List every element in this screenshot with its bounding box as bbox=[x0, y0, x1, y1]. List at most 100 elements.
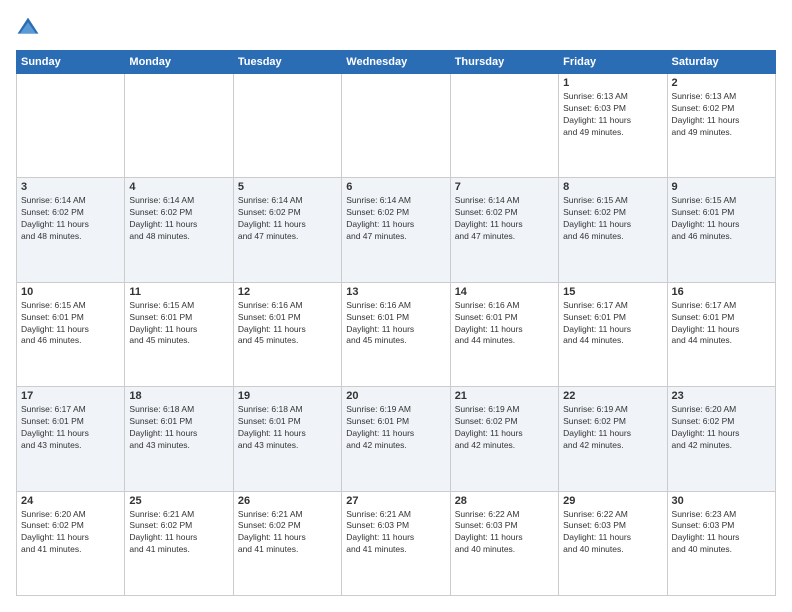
calendar-cell: 26 Sunrise: 6:21 AM Sunset: 6:02 PM Dayli… bbox=[233, 491, 341, 595]
cell-info: Sunrise: 6:17 AM Sunset: 6:01 PM Dayligh… bbox=[563, 300, 662, 348]
day-number: 14 bbox=[455, 286, 554, 298]
calendar-cell bbox=[450, 74, 558, 178]
day-number: 13 bbox=[346, 286, 445, 298]
day-number: 17 bbox=[21, 390, 120, 402]
week-row-4: 17 Sunrise: 6:17 AM Sunset: 6:01 PM Dayli… bbox=[17, 387, 776, 491]
calendar-cell: 11 Sunrise: 6:15 AM Sunset: 6:01 PM Dayli… bbox=[125, 282, 233, 386]
calendar-cell: 24 Sunrise: 6:20 AM Sunset: 6:02 PM Dayli… bbox=[17, 491, 125, 595]
cell-info: Sunrise: 6:22 AM Sunset: 6:03 PM Dayligh… bbox=[455, 509, 554, 557]
calendar-cell bbox=[125, 74, 233, 178]
logo bbox=[16, 16, 44, 40]
day-number: 19 bbox=[238, 390, 337, 402]
calendar-cell: 13 Sunrise: 6:16 AM Sunset: 6:01 PM Dayli… bbox=[342, 282, 450, 386]
day-number: 23 bbox=[672, 390, 771, 402]
day-number: 27 bbox=[346, 495, 445, 507]
day-number: 24 bbox=[21, 495, 120, 507]
weekday-header-thursday: Thursday bbox=[450, 51, 558, 74]
day-number: 6 bbox=[346, 181, 445, 193]
cell-info: Sunrise: 6:15 AM Sunset: 6:02 PM Dayligh… bbox=[563, 195, 662, 243]
calendar-cell: 30 Sunrise: 6:23 AM Sunset: 6:03 PM Dayli… bbox=[667, 491, 775, 595]
weekday-header-saturday: Saturday bbox=[667, 51, 775, 74]
cell-info: Sunrise: 6:18 AM Sunset: 6:01 PM Dayligh… bbox=[238, 404, 337, 452]
calendar-cell: 17 Sunrise: 6:17 AM Sunset: 6:01 PM Dayli… bbox=[17, 387, 125, 491]
weekday-header-row: SundayMondayTuesdayWednesdayThursdayFrid… bbox=[17, 51, 776, 74]
calendar-cell: 4 Sunrise: 6:14 AM Sunset: 6:02 PM Daylig… bbox=[125, 178, 233, 282]
week-row-3: 10 Sunrise: 6:15 AM Sunset: 6:01 PM Dayli… bbox=[17, 282, 776, 386]
day-number: 15 bbox=[563, 286, 662, 298]
day-number: 2 bbox=[672, 77, 771, 89]
day-number: 21 bbox=[455, 390, 554, 402]
calendar-cell: 16 Sunrise: 6:17 AM Sunset: 6:01 PM Dayli… bbox=[667, 282, 775, 386]
cell-info: Sunrise: 6:18 AM Sunset: 6:01 PM Dayligh… bbox=[129, 404, 228, 452]
cell-info: Sunrise: 6:14 AM Sunset: 6:02 PM Dayligh… bbox=[455, 195, 554, 243]
week-row-2: 3 Sunrise: 6:14 AM Sunset: 6:02 PM Daylig… bbox=[17, 178, 776, 282]
day-number: 20 bbox=[346, 390, 445, 402]
header bbox=[16, 16, 776, 40]
cell-info: Sunrise: 6:20 AM Sunset: 6:02 PM Dayligh… bbox=[672, 404, 771, 452]
cell-info: Sunrise: 6:16 AM Sunset: 6:01 PM Dayligh… bbox=[238, 300, 337, 348]
calendar-cell: 6 Sunrise: 6:14 AM Sunset: 6:02 PM Daylig… bbox=[342, 178, 450, 282]
day-number: 9 bbox=[672, 181, 771, 193]
day-number: 22 bbox=[563, 390, 662, 402]
day-number: 16 bbox=[672, 286, 771, 298]
calendar-cell bbox=[233, 74, 341, 178]
calendar-cell: 2 Sunrise: 6:13 AM Sunset: 6:02 PM Daylig… bbox=[667, 74, 775, 178]
calendar-cell: 15 Sunrise: 6:17 AM Sunset: 6:01 PM Dayli… bbox=[559, 282, 667, 386]
calendar-cell: 29Sunrise: 6:22 AM Sunset: 6:03 PM Dayli… bbox=[559, 491, 667, 595]
cell-info: Sunrise: 6:14 AM Sunset: 6:02 PM Dayligh… bbox=[129, 195, 228, 243]
calendar-cell: 9 Sunrise: 6:15 AM Sunset: 6:01 PM Daylig… bbox=[667, 178, 775, 282]
cell-info: Sunrise: 6:20 AM Sunset: 6:02 PM Dayligh… bbox=[21, 509, 120, 557]
calendar-cell: 5Sunrise: 6:14 AM Sunset: 6:02 PM Daylig… bbox=[233, 178, 341, 282]
calendar-cell: 22 Sunrise: 6:19 AM Sunset: 6:02 PM Dayli… bbox=[559, 387, 667, 491]
cell-info: Sunrise: 6:22 AM Sunset: 6:03 PM Dayligh… bbox=[563, 509, 662, 557]
cell-info: Sunrise: 6:19 AM Sunset: 6:02 PM Dayligh… bbox=[563, 404, 662, 452]
calendar-cell: 18Sunrise: 6:18 AM Sunset: 6:01 PM Dayli… bbox=[125, 387, 233, 491]
cell-info: Sunrise: 6:21 AM Sunset: 6:03 PM Dayligh… bbox=[346, 509, 445, 557]
cell-info: Sunrise: 6:16 AM Sunset: 6:01 PM Dayligh… bbox=[346, 300, 445, 348]
weekday-header-wednesday: Wednesday bbox=[342, 51, 450, 74]
cell-info: Sunrise: 6:13 AM Sunset: 6:02 PM Dayligh… bbox=[672, 91, 771, 139]
day-number: 1 bbox=[563, 77, 662, 89]
calendar-cell: 3 Sunrise: 6:14 AM Sunset: 6:02 PM Daylig… bbox=[17, 178, 125, 282]
calendar-cell: 28 Sunrise: 6:22 AM Sunset: 6:03 PM Dayli… bbox=[450, 491, 558, 595]
calendar-cell: 27 Sunrise: 6:21 AM Sunset: 6:03 PM Dayli… bbox=[342, 491, 450, 595]
calendar-table: SundayMondayTuesdayWednesdayThursdayFrid… bbox=[16, 50, 776, 596]
calendar-cell: 8 Sunrise: 6:15 AM Sunset: 6:02 PM Daylig… bbox=[559, 178, 667, 282]
day-number: 25 bbox=[129, 495, 228, 507]
cell-info: Sunrise: 6:17 AM Sunset: 6:01 PM Dayligh… bbox=[672, 300, 771, 348]
cell-info: Sunrise: 6:19 AM Sunset: 6:02 PM Dayligh… bbox=[455, 404, 554, 452]
cell-info: Sunrise: 6:14 AM Sunset: 6:02 PM Dayligh… bbox=[346, 195, 445, 243]
day-number: 26 bbox=[238, 495, 337, 507]
calendar-cell: 1 Sunrise: 6:13 AM Sunset: 6:03 PM Daylig… bbox=[559, 74, 667, 178]
logo-icon bbox=[16, 16, 40, 40]
week-row-5: 24 Sunrise: 6:20 AM Sunset: 6:02 PM Dayli… bbox=[17, 491, 776, 595]
day-number: 3 bbox=[21, 181, 120, 193]
cell-info: Sunrise: 6:21 AM Sunset: 6:02 PM Dayligh… bbox=[238, 509, 337, 557]
cell-info: Sunrise: 6:13 AM Sunset: 6:03 PM Dayligh… bbox=[563, 91, 662, 139]
day-number: 8 bbox=[563, 181, 662, 193]
calendar-cell bbox=[17, 74, 125, 178]
cell-info: Sunrise: 6:15 AM Sunset: 6:01 PM Dayligh… bbox=[672, 195, 771, 243]
cell-info: Sunrise: 6:17 AM Sunset: 6:01 PM Dayligh… bbox=[21, 404, 120, 452]
weekday-header-tuesday: Tuesday bbox=[233, 51, 341, 74]
cell-info: Sunrise: 6:14 AM Sunset: 6:02 PM Dayligh… bbox=[238, 195, 337, 243]
cell-info: Sunrise: 6:14 AM Sunset: 6:02 PM Dayligh… bbox=[21, 195, 120, 243]
cell-info: Sunrise: 6:16 AM Sunset: 6:01 PM Dayligh… bbox=[455, 300, 554, 348]
page: SundayMondayTuesdayWednesdayThursdayFrid… bbox=[0, 0, 792, 612]
week-row-1: 1 Sunrise: 6:13 AM Sunset: 6:03 PM Daylig… bbox=[17, 74, 776, 178]
calendar-cell: 12Sunrise: 6:16 AM Sunset: 6:01 PM Dayli… bbox=[233, 282, 341, 386]
calendar-cell: 19 Sunrise: 6:18 AM Sunset: 6:01 PM Dayli… bbox=[233, 387, 341, 491]
calendar-cell: 10Sunrise: 6:15 AM Sunset: 6:01 PM Dayli… bbox=[17, 282, 125, 386]
calendar-cell: 21 Sunrise: 6:19 AM Sunset: 6:02 PM Dayli… bbox=[450, 387, 558, 491]
day-number: 28 bbox=[455, 495, 554, 507]
day-number: 4 bbox=[129, 181, 228, 193]
weekday-header-monday: Monday bbox=[125, 51, 233, 74]
day-number: 11 bbox=[129, 286, 228, 298]
day-number: 7 bbox=[455, 181, 554, 193]
calendar-cell: 7 Sunrise: 6:14 AM Sunset: 6:02 PM Daylig… bbox=[450, 178, 558, 282]
cell-info: Sunrise: 6:15 AM Sunset: 6:01 PM Dayligh… bbox=[129, 300, 228, 348]
day-number: 30 bbox=[672, 495, 771, 507]
cell-info: Sunrise: 6:21 AM Sunset: 6:02 PM Dayligh… bbox=[129, 509, 228, 557]
cell-info: Sunrise: 6:23 AM Sunset: 6:03 PM Dayligh… bbox=[672, 509, 771, 557]
day-number: 10 bbox=[21, 286, 120, 298]
